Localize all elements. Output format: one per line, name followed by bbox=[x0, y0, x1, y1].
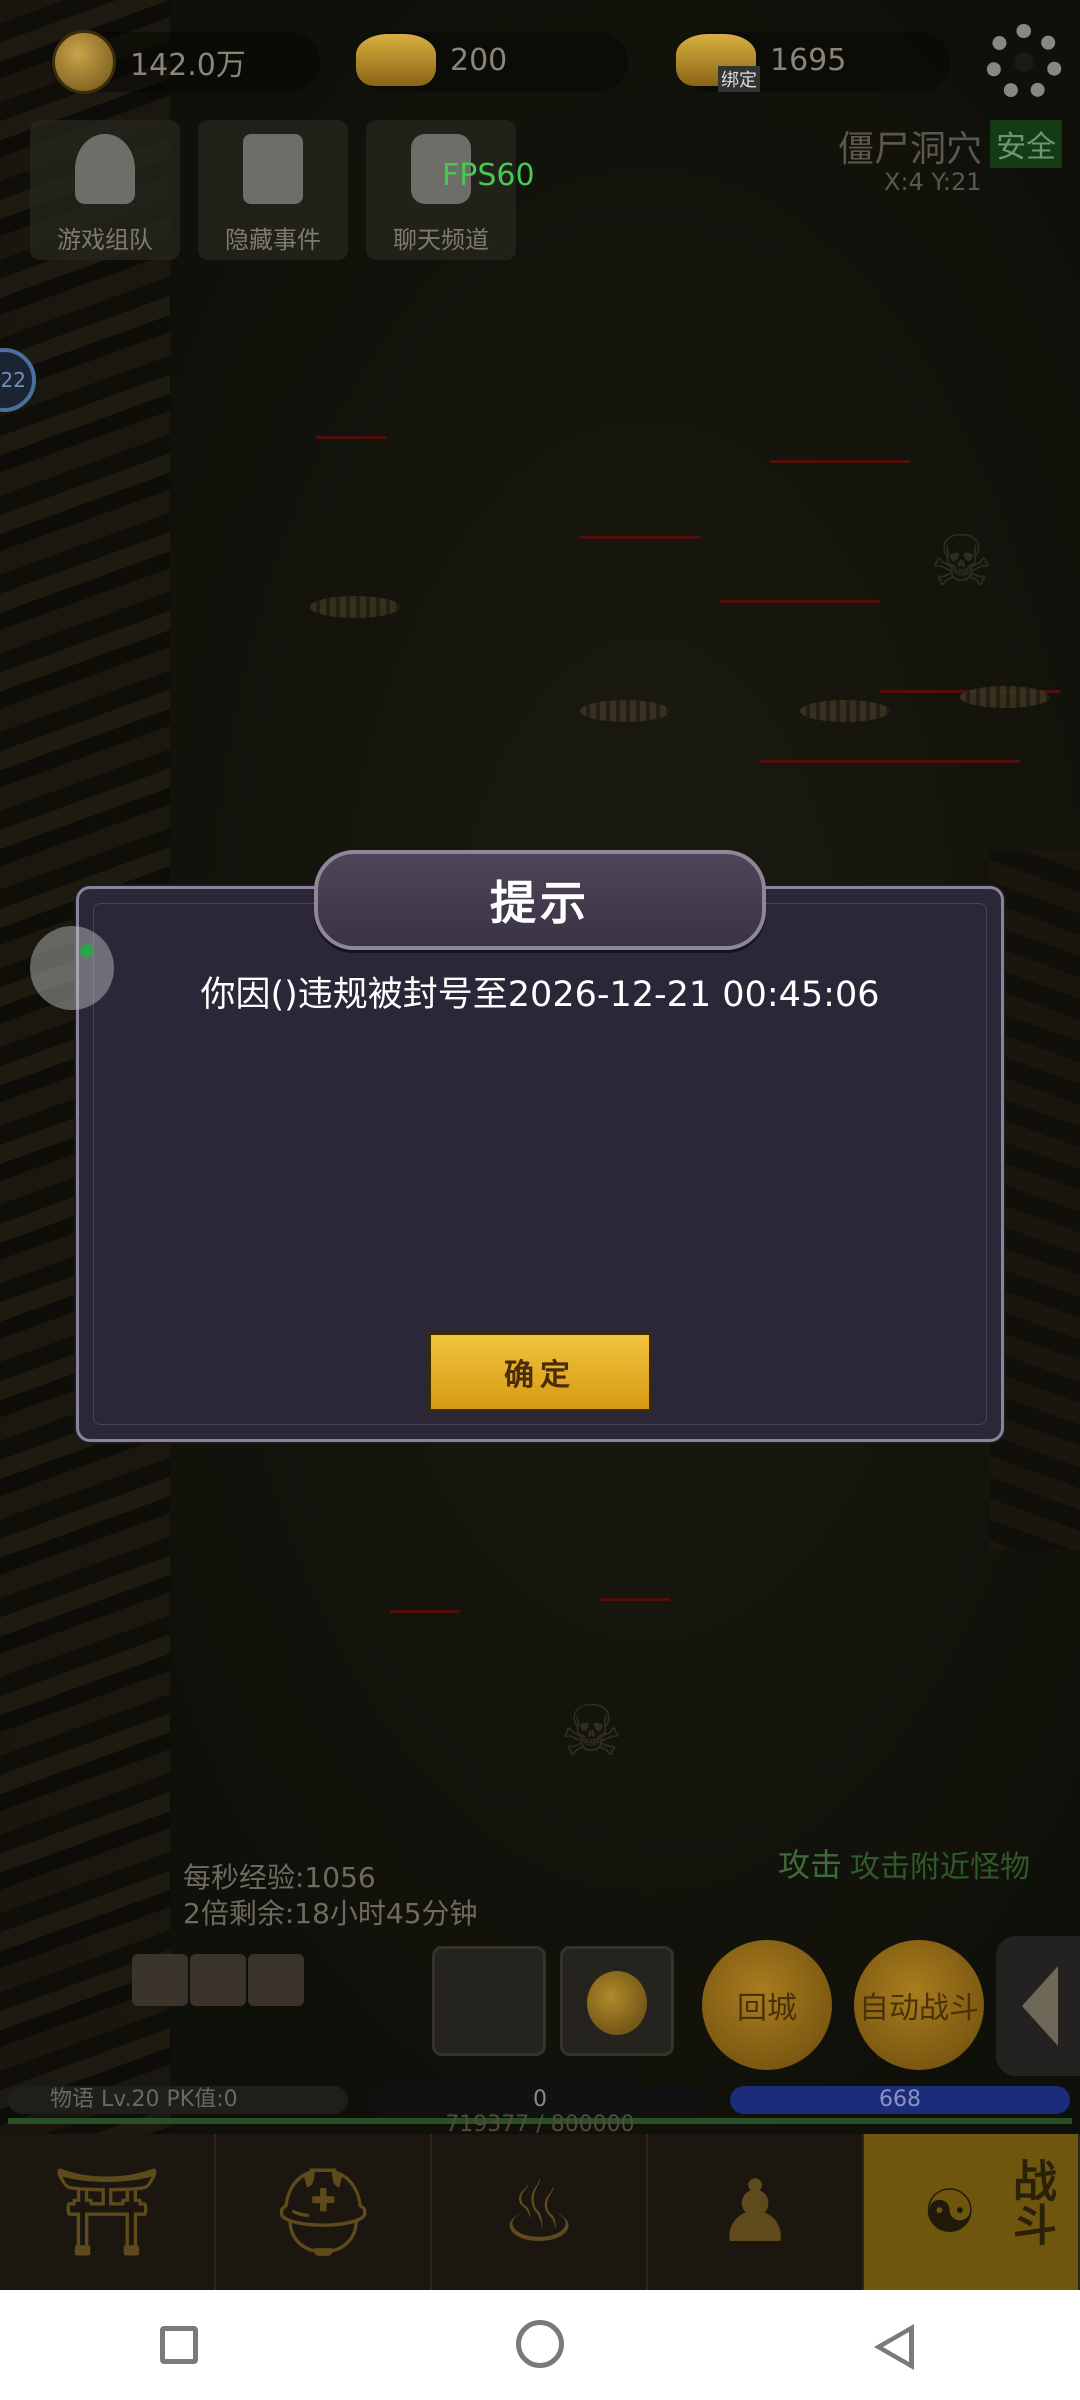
map-coordinates: X:4 Y:21 bbox=[884, 168, 982, 196]
menu-team-button[interactable]: 游戏组队 bbox=[30, 120, 180, 260]
copper-value: 142.0万 bbox=[130, 48, 246, 83]
hp-value: 0 bbox=[533, 2087, 547, 2112]
bag-icon: ♨ bbox=[500, 2162, 578, 2262]
confirm-button[interactable]: 确定 bbox=[428, 1332, 652, 1412]
skill-button-1[interactable] bbox=[132, 1954, 188, 2006]
potion-icon bbox=[587, 1971, 647, 2035]
copper-resource: 142.0万 bbox=[52, 30, 246, 94]
bottom-nav: ⛩ ⛑ ♨ ♟ ☯ 战斗 bbox=[0, 2134, 1080, 2290]
bound-gold-value: 1695 bbox=[770, 42, 847, 78]
copper-coin-icon bbox=[52, 30, 116, 94]
back-icon[interactable] bbox=[874, 2324, 914, 2370]
skill-button-2[interactable] bbox=[190, 1954, 246, 2006]
fps-counter: FPS60 bbox=[442, 158, 535, 193]
recents-icon[interactable] bbox=[160, 2326, 198, 2364]
map-name: 僵尸洞穴 bbox=[838, 129, 983, 170]
helmet-icon: ⛑ bbox=[268, 2162, 378, 2263]
zombie-monster: ☠ bbox=[930, 520, 993, 602]
palace-icon: ⛩ bbox=[52, 2162, 162, 2263]
menu-hidden-events-button[interactable]: 隐藏事件 bbox=[198, 120, 348, 260]
map-safe-badge: 安全 bbox=[990, 120, 1062, 168]
enemy-hp-line bbox=[600, 1598, 670, 1601]
nav-tab-battle[interactable]: ☯ 战斗 bbox=[864, 2134, 1080, 2290]
auto-battle-button[interactable]: 自动战斗 bbox=[854, 1940, 984, 2070]
scroll-icon bbox=[243, 134, 303, 204]
menu-hidden-events-label: 隐藏事件 bbox=[225, 226, 321, 254]
worm-monster bbox=[960, 686, 1050, 708]
skill-button-3[interactable] bbox=[248, 1954, 304, 2006]
nav-tab-city[interactable]: ⛩ bbox=[0, 2134, 216, 2290]
team-icon bbox=[75, 134, 135, 204]
chevron-left-icon[interactable] bbox=[996, 1936, 1080, 2076]
nav-tab-equipment[interactable]: ⛑ bbox=[216, 2134, 432, 2290]
return-city-button[interactable]: 回城 bbox=[702, 1940, 832, 2070]
enemy-hp-line bbox=[770, 460, 910, 463]
attack-hint[interactable]: 攻击附近怪物 bbox=[850, 1842, 1030, 1886]
meditation-icon: ♟ bbox=[716, 2162, 794, 2262]
enemy-hp-line bbox=[316, 436, 386, 439]
taiji-icon: ☯ bbox=[922, 2177, 977, 2247]
item-slot-potion[interactable] bbox=[560, 1946, 674, 2056]
gold-ingot-icon bbox=[356, 34, 436, 86]
gear-icon[interactable] bbox=[986, 24, 1062, 100]
enemy-hp-line bbox=[580, 536, 700, 539]
nav-tab-cultivate[interactable]: ♟ bbox=[648, 2134, 864, 2290]
worm-monster bbox=[580, 700, 670, 722]
game-screen: ☠ ☠ 142.0万 200 绑定 1695 游戏组队 隐藏事件 聊天频道 FP… bbox=[0, 0, 1080, 2400]
menu-chat-label: 聊天频道 bbox=[393, 226, 489, 254]
item-slot-ginseng[interactable] bbox=[432, 1946, 546, 2056]
dialog-title-plate: 提示 bbox=[314, 850, 766, 950]
enemy-hp-line bbox=[720, 600, 880, 603]
home-icon[interactable] bbox=[516, 2320, 564, 2368]
mp-value: 668 bbox=[879, 2087, 921, 2112]
menu-team-label: 游戏组队 bbox=[57, 226, 153, 254]
worm-monster bbox=[310, 596, 400, 618]
dialog-message: 你因()违规被封号至2026-12-21 00:45:06 bbox=[200, 975, 880, 1015]
bound-gold-resource: 绑定 1695 bbox=[676, 34, 847, 92]
enemy-hp-line bbox=[760, 760, 1020, 763]
gold-resource: 200 bbox=[356, 34, 507, 86]
player-info: 物语 Lv.20 PK值:0 bbox=[50, 2087, 238, 2112]
double-exp-remaining: 2倍剩余:18小时45分钟 bbox=[183, 1897, 478, 1930]
nav-battle-label: 战斗 bbox=[1005, 2158, 1056, 2246]
dialog-title: 提示 bbox=[490, 876, 590, 930]
bound-tag: 绑定 bbox=[718, 66, 760, 92]
enemy-hp-line bbox=[390, 1610, 460, 1613]
attack-label[interactable]: 攻击 bbox=[778, 1840, 842, 1886]
status-dot bbox=[80, 944, 94, 958]
nav-tab-bag[interactable]: ♨ bbox=[432, 2134, 648, 2290]
floating-assist-button[interactable] bbox=[30, 926, 114, 1010]
bound-gold-ingot-icon: 绑定 bbox=[676, 34, 760, 92]
gold-value: 200 bbox=[450, 42, 508, 78]
zombie-monster: ☠ bbox=[560, 1690, 623, 1772]
exp-rate: 每秒经验:1056 bbox=[183, 1861, 376, 1894]
system-nav-bar bbox=[0, 2290, 1080, 2400]
worm-monster bbox=[800, 700, 890, 722]
